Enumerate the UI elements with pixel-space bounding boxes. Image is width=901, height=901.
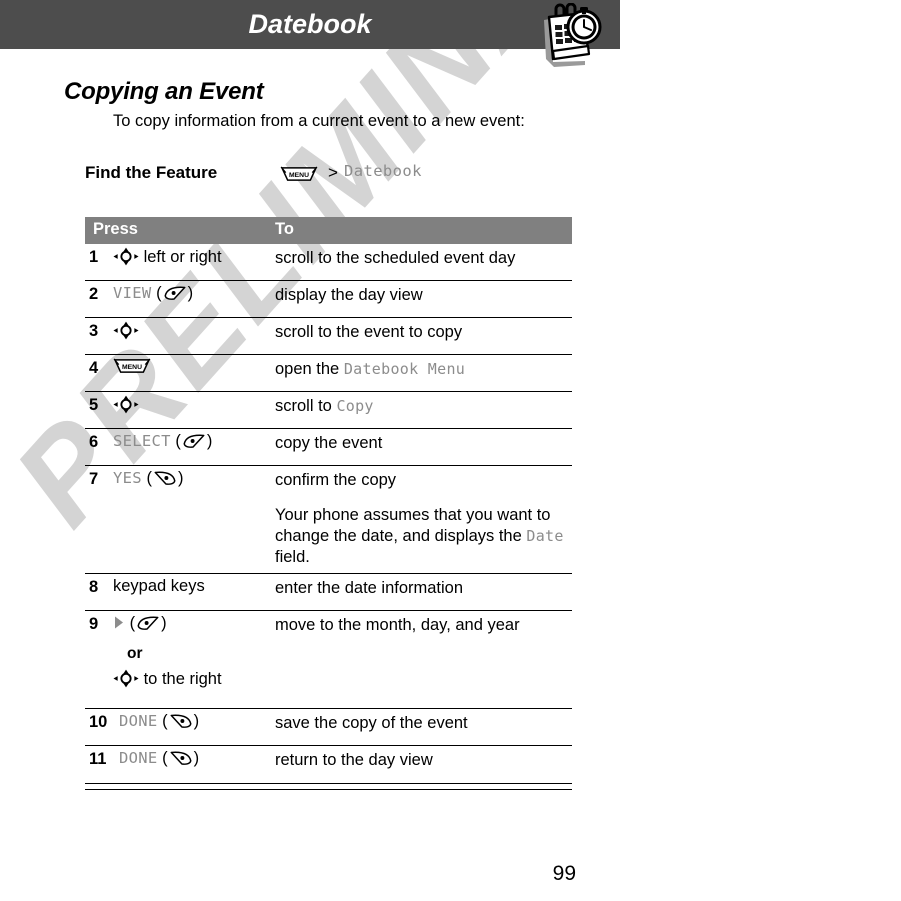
step-to-cell: scroll to the scheduled event day — [275, 249, 516, 267]
step-press-cell: left or right — [113, 247, 273, 267]
step-press-cell: YES () — [113, 469, 273, 488]
svg-text:MENU: MENU — [289, 172, 309, 179]
step-press-cell: DONE () — [119, 712, 279, 731]
page-title: Datebook — [248, 9, 372, 39]
menu-key-icon: MENU — [113, 358, 151, 376]
step-press-cell: SELECT () — [113, 432, 273, 451]
table-row: 11 DONE () return to the day view — [85, 746, 572, 782]
step-number: 4 — [89, 359, 99, 377]
table-row: 9 () or to the right move to the month, … — [85, 611, 572, 709]
step-to-cell: move to the month, day, and year — [275, 616, 520, 634]
step-number: 8 — [89, 578, 99, 596]
section-heading: Copying an Event — [64, 78, 264, 105]
step-press-cell — [113, 395, 273, 415]
step-press-paren: () — [175, 432, 213, 450]
or-label: or — [127, 645, 143, 662]
to-mono-term: Datebook Menu — [343, 360, 466, 378]
step-press-paren: () — [146, 469, 184, 487]
step-to-cell: copy the event — [275, 434, 383, 452]
table-row: 1 left or right scroll to the scheduled … — [85, 244, 572, 281]
step-to-cell: scroll to the event to copy — [275, 323, 463, 341]
table-row: 5 scroll to Copy — [85, 392, 572, 429]
step-number: 3 — [89, 322, 99, 340]
svg-text:MENU: MENU — [122, 364, 142, 371]
step-to-cell: save the copy of the event — [275, 714, 468, 732]
left-soft-key-icon — [168, 712, 194, 730]
datebook-calendar-clock-icon — [544, 3, 602, 67]
step-press-cell: MENU — [113, 358, 273, 377]
table-bottom-double-rule — [85, 783, 572, 790]
step-number: 9 — [89, 615, 99, 633]
menu-key-icon: MENU — [280, 166, 318, 185]
step-number: 10 — [89, 713, 108, 731]
step-to-cell: open the Datebook Menu — [275, 359, 565, 380]
nav-key-icon — [113, 395, 139, 414]
nav-key-icon — [113, 669, 144, 688]
step-to-text: confirm the copy — [275, 471, 397, 489]
find-the-feature-label: Find the Feature — [85, 163, 218, 182]
step-number: 5 — [89, 396, 99, 414]
soft-key-label: SELECT — [113, 432, 171, 450]
step-number: 11 — [89, 750, 107, 768]
table-row: 8 keypad keys enter the date information — [85, 574, 572, 611]
steps-table: Press To 1 left or right scroll to the s… — [85, 217, 572, 782]
left-soft-key-icon — [168, 749, 194, 767]
step-number: 2 — [89, 285, 99, 303]
step-to-cell: scroll to Copy — [275, 396, 565, 417]
step-press-cell: () — [113, 614, 273, 633]
table-header-row: Press To — [85, 217, 572, 244]
step-to-cell: display the day view — [275, 286, 423, 304]
chapter-header-bar: Datebook — [0, 0, 620, 49]
right-soft-key-icon — [135, 614, 161, 632]
step-number: 6 — [89, 433, 99, 451]
table-row: 6 SELECT () copy the event — [85, 429, 572, 466]
triangle-right-icon — [113, 614, 130, 632]
right-soft-key-icon — [181, 432, 207, 450]
left-soft-key-icon — [152, 469, 178, 487]
step-press-paren: () — [129, 614, 167, 632]
step-number: 1 — [89, 248, 99, 266]
path-separator: > — [328, 163, 338, 182]
right-soft-key-icon — [162, 284, 188, 302]
table-row: 7 YES () confirm the copy Your phone ass… — [85, 466, 572, 574]
feature-path: Datebook — [344, 162, 422, 180]
table-row: 2 VIEW () display the day view — [85, 281, 572, 318]
table-row: 4 MENU open the Datebook Menu — [85, 355, 572, 392]
column-header-press: Press — [93, 220, 138, 238]
to-prefix: open the — [275, 360, 344, 378]
step-press-paren: () — [156, 284, 194, 302]
nav-key-icon — [113, 321, 139, 340]
nav-key-icon — [113, 247, 144, 266]
note-part-1: Your phone assumes that you want to chan… — [275, 506, 551, 545]
soft-key-label: YES — [113, 469, 142, 487]
note-mono-term: Date — [526, 527, 564, 545]
step-press-cell — [113, 321, 273, 341]
to-mono-term: Copy — [336, 397, 374, 415]
find-the-feature-row: Find the Feature MENU > Datebook — [85, 162, 572, 193]
soft-key-label: DONE — [119, 712, 158, 730]
step-to-cell: confirm the copy Your phone assumes that… — [275, 470, 565, 568]
table-row: 3 scroll to the event to copy — [85, 318, 572, 355]
step-press-alternate: or to the right — [113, 645, 283, 689]
soft-key-label: VIEW — [113, 284, 152, 302]
step-press-cell: keypad keys — [113, 577, 205, 595]
table-row: 10 DONE () save the copy of the event — [85, 709, 572, 746]
to-prefix: scroll to — [275, 397, 337, 415]
note-part-2: field. — [275, 548, 310, 566]
step-press-paren: () — [162, 712, 200, 730]
soft-key-label: DONE — [119, 749, 158, 767]
alternate-line: to the right — [113, 669, 283, 689]
step-press-cell: DONE () — [119, 749, 279, 768]
alternate-text: to the right — [143, 670, 222, 688]
page-number: 99 — [552, 862, 576, 885]
step-to-note: Your phone assumes that you want to chan… — [275, 505, 565, 568]
step-press-text: left or right — [143, 248, 222, 266]
step-number: 7 — [89, 470, 99, 488]
column-header-to: To — [275, 220, 294, 238]
step-press-paren: () — [162, 749, 200, 767]
step-to-cell: enter the date information — [275, 579, 464, 597]
step-press-cell: VIEW () — [113, 284, 273, 303]
step-to-cell: return to the day view — [275, 751, 433, 769]
intro-paragraph: To copy information from a current event… — [113, 112, 525, 130]
